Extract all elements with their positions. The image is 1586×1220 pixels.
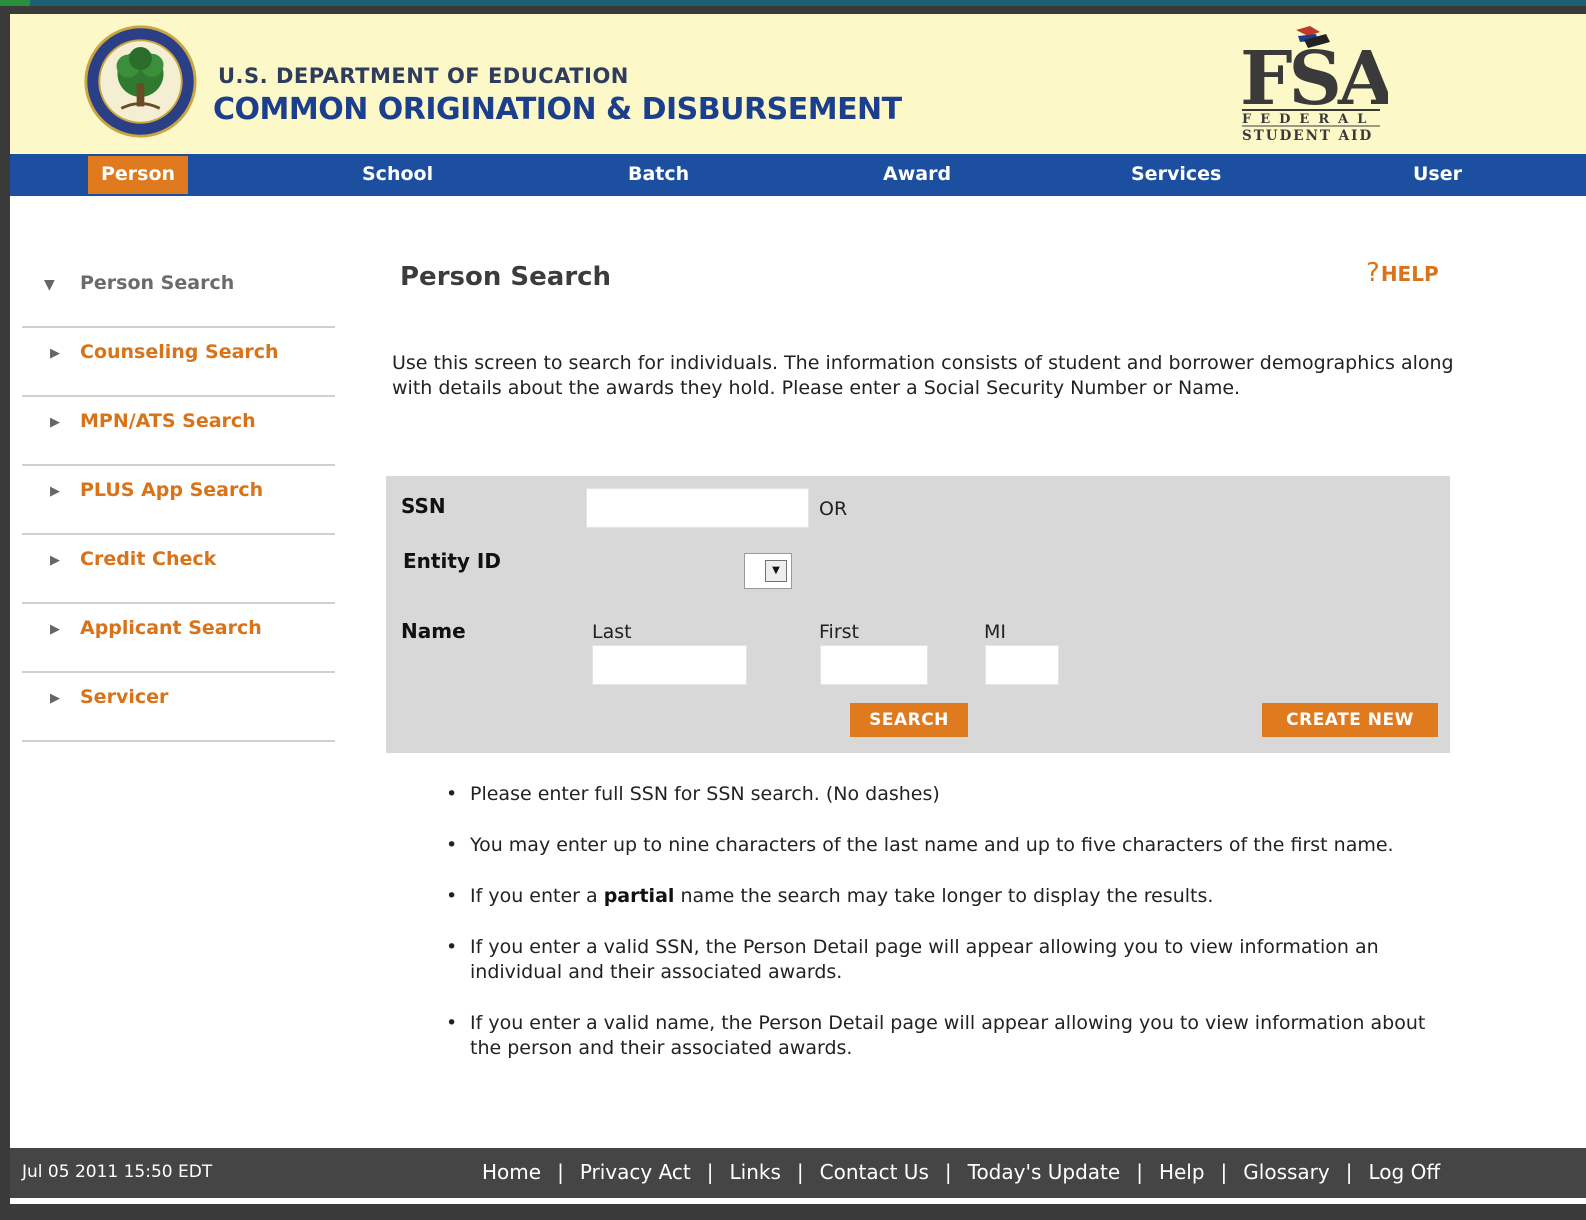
page-frame: U.S. DEPARTMENT OF EDUCATION COMMON ORIG… — [10, 14, 1586, 1204]
chevron-down-icon[interactable]: ▼ — [765, 560, 787, 582]
help-label: HELP — [1380, 262, 1439, 286]
intro-text: Use this screen to search for individual… — [392, 352, 1454, 399]
last-name-input[interactable] — [592, 645, 747, 685]
site-header: U.S. DEPARTMENT OF EDUCATION COMMON ORIG… — [10, 14, 1586, 154]
sidebar-item-label: Counseling Search — [80, 341, 279, 363]
first-name-label: First — [819, 621, 859, 643]
footer-link-help[interactable]: Help — [1159, 1160, 1205, 1184]
nav-school[interactable]: School — [362, 154, 433, 196]
search-tips-list: Please enter full SSN for SSN search. (N… — [446, 782, 1456, 1087]
svg-text:STUDENT AID: STUDENT AID — [1242, 128, 1373, 144]
sidebar-item-person-search[interactable]: ▼ Person Search — [22, 259, 335, 328]
name-label: Name — [401, 619, 466, 643]
help-link[interactable]: ?HELP — [1366, 258, 1439, 288]
tip-emphasis: partial — [603, 885, 675, 907]
sidebar-item-plus-app-search[interactable]: ▶ PLUS App Search — [22, 466, 335, 535]
footer-separator: | — [1136, 1160, 1143, 1184]
federal-student-aid-logo: FSA FEDERAL STUDENT AID — [1240, 26, 1388, 144]
department-name: U.S. DEPARTMENT OF EDUCATION — [218, 64, 629, 88]
footer-separator: | — [944, 1160, 952, 1184]
nav-award[interactable]: Award — [883, 154, 951, 196]
footer-link-links[interactable]: Links — [730, 1160, 781, 1184]
ssn-label: SSN — [401, 494, 446, 518]
tip-item: If you enter a partial name the search m… — [446, 884, 1456, 909]
sidebar-item-label: PLUS App Search — [80, 479, 264, 501]
collapsed-arrow-icon: ▶ — [50, 553, 60, 568]
middle-initial-label: MI — [984, 621, 1006, 643]
entity-id-select[interactable]: ▼ — [744, 553, 792, 589]
tip-item: You may enter up to nine characters of t… — [446, 833, 1456, 858]
search-button[interactable]: SEARCH — [850, 703, 968, 737]
tip-item: Please enter full SSN for SSN search. (N… — [446, 782, 1456, 807]
footer-separator: | — [796, 1160, 804, 1184]
footer-link-glossary[interactable]: Glossary — [1243, 1160, 1329, 1184]
middle-initial-input[interactable] — [985, 645, 1059, 685]
nav-services[interactable]: Services — [1131, 154, 1221, 196]
footer-link-log-off[interactable]: Log Off — [1369, 1160, 1441, 1184]
expanded-arrow-icon: ▼ — [44, 277, 55, 293]
sidebar-item-label: MPN/ATS Search — [80, 410, 256, 432]
application-title: COMMON ORIGINATION & DISBURSEMENT — [213, 92, 902, 127]
sidebar-item-mpn-ats-search[interactable]: ▶ MPN/ATS Search — [22, 397, 335, 466]
tip-item: If you enter a valid SSN, the Person Det… — [446, 935, 1456, 985]
footer-datetime: Jul 05 2011 15:50 EDT — [22, 1162, 213, 1182]
tip-text: If you enter a — [470, 885, 604, 907]
last-name-label: Last — [592, 621, 632, 643]
footer-link-todays-update[interactable]: Today's Update — [968, 1160, 1121, 1184]
sidebar-item-credit-check[interactable]: ▶ Credit Check — [22, 535, 335, 604]
footer-separator: | — [1220, 1160, 1228, 1184]
sidebar-item-applicant-search[interactable]: ▶ Applicant Search — [22, 604, 335, 673]
footer-link-privacy-act[interactable]: Privacy Act — [580, 1160, 691, 1184]
collapsed-arrow-icon: ▶ — [50, 415, 60, 430]
or-label: OR — [819, 498, 848, 520]
collapsed-arrow-icon: ▶ — [50, 691, 60, 706]
entity-id-label: Entity ID — [403, 549, 501, 573]
footer-link-home[interactable]: Home — [482, 1160, 541, 1184]
footer-separator: | — [1345, 1160, 1353, 1184]
help-question-icon: ? — [1366, 258, 1380, 288]
sidebar-item-counseling-search[interactable]: ▶ Counseling Search — [22, 328, 335, 397]
window-top-strip-accent — [0, 0, 30, 6]
svg-text:FEDERAL: FEDERAL — [1242, 112, 1375, 127]
footer-links: Home | Privacy Act | Links | Contact Us | Today'… — [482, 1160, 1440, 1184]
create-new-button[interactable]: CREATE NEW — [1262, 703, 1438, 737]
sidebar-item-label: Applicant Search — [80, 617, 262, 639]
collapsed-arrow-icon: ▶ — [50, 484, 60, 499]
collapsed-arrow-icon: ▶ — [50, 622, 60, 637]
sidebar-item-label: Credit Check — [80, 548, 217, 570]
footer-link-contact-us[interactable]: Contact Us — [820, 1160, 929, 1184]
tip-item: If you enter a valid name, the Person De… — [446, 1011, 1456, 1061]
nav-person[interactable]: Person — [88, 156, 189, 194]
department-of-education-seal-icon — [84, 25, 197, 138]
sidebar-item-servicer[interactable]: ▶ Servicer — [22, 673, 335, 742]
tip-text: name the search may take longer to displ… — [674, 885, 1214, 907]
window-top-strip — [0, 0, 1586, 6]
nav-batch[interactable]: Batch — [628, 154, 689, 196]
search-form-panel: SSN OR Entity ID ▼ Name Last First MI SE… — [386, 476, 1450, 753]
top-navigation: Person School Batch Award Services User — [10, 154, 1586, 196]
page-title: Person Search — [400, 262, 612, 292]
nav-user[interactable]: User — [1413, 154, 1462, 196]
footer-separator: | — [706, 1160, 714, 1184]
ssn-input[interactable] — [586, 488, 809, 528]
collapsed-arrow-icon: ▶ — [50, 346, 60, 361]
sidebar-item-label: Servicer — [80, 686, 169, 708]
footer-separator: | — [557, 1160, 564, 1184]
site-footer: Jul 05 2011 15:50 EDT Home | Privacy Act | L… — [10, 1148, 1586, 1198]
sidebar-item-label: Person Search — [80, 272, 235, 294]
sidebar: ▼ Person Search ▶ Counseling Search ▶ MP… — [22, 259, 335, 742]
first-name-input[interactable] — [820, 645, 928, 685]
